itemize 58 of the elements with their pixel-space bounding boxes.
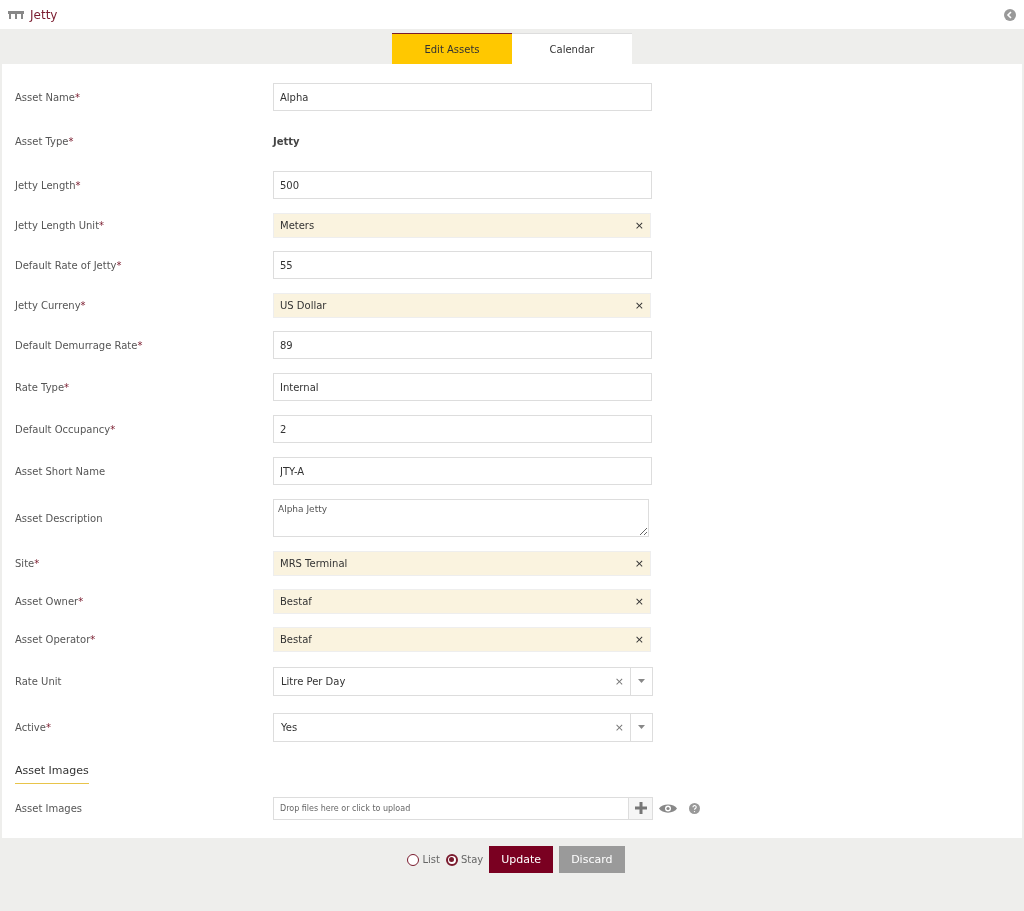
back-icon[interactable]: [1004, 8, 1016, 21]
jetty-icon: [8, 10, 24, 19]
field-label: Default Rate of Jetty*: [15, 259, 123, 271]
clear-icon[interactable]: ×: [634, 298, 644, 312]
text-input-field[interactable]: 55: [273, 251, 652, 279]
clear-icon[interactable]: ×: [634, 556, 644, 570]
radio-icon[interactable]: [407, 853, 420, 866]
field-label: Asset Type*: [15, 135, 75, 147]
clear-icon[interactable]: ×: [634, 594, 644, 608]
field-label: Active*: [15, 721, 52, 733]
help-icon[interactable]: [689, 802, 700, 814]
add-button[interactable]: [628, 797, 652, 819]
clear-icon[interactable]: ×: [608, 674, 630, 688]
radio-option[interactable]: List: [407, 853, 440, 866]
field-label: Jetty Length Unit*: [15, 219, 106, 231]
select-field[interactable]: Bestaf ×: [273, 588, 651, 614]
eye-icon[interactable]: [659, 802, 677, 814]
field-value: Jetty: [273, 135, 300, 147]
select-field[interactable]: Meters ×: [273, 212, 651, 238]
field-label: Asset Name*: [15, 91, 81, 103]
radio-option[interactable]: Stay: [445, 853, 484, 866]
field-label: Asset Description: [15, 512, 104, 524]
field-label: Rate Unit: [15, 675, 63, 687]
clear-icon[interactable]: ×: [634, 632, 644, 646]
description-textarea[interactable]: Alpha Jetty: [273, 499, 649, 537]
clear-icon[interactable]: ×: [634, 218, 644, 232]
tab[interactable]: Calendar: [512, 33, 632, 64]
text-input-field[interactable]: JTY-A: [273, 457, 652, 485]
page-title: Jetty: [30, 7, 59, 22]
field-label: Asset Operator*: [15, 633, 97, 645]
select-field[interactable]: US Dollar ×: [273, 292, 651, 318]
field-label: Jetty Curreny*: [15, 299, 87, 311]
field-label: Site*: [15, 557, 41, 569]
section-heading: Asset Images: [15, 764, 89, 784]
upload-field[interactable]: Drop files here or click to upload: [273, 796, 653, 820]
field-label: Asset Images: [15, 802, 84, 814]
field-label: Asset Owner*: [15, 595, 85, 607]
field-label: Default Demurrage Rate*: [15, 339, 144, 351]
select-field[interactable]: MRS Terminal ×: [273, 550, 651, 576]
dropdown-field[interactable]: Yes ×: [273, 712, 653, 742]
text-input-field[interactable]: 89: [273, 331, 652, 359]
text-input-field[interactable]: Internal: [273, 373, 652, 401]
update-button[interactable]: Update: [489, 846, 554, 873]
text-input-field[interactable]: 2: [273, 415, 652, 443]
field-label: Jetty Length*: [15, 179, 82, 191]
text-input-field[interactable]: Alpha: [273, 83, 652, 111]
caret-icon: [638, 679, 645, 683]
plus-icon: [634, 802, 647, 814]
caret-icon: [638, 725, 645, 729]
field-label: Rate Type*: [15, 381, 71, 393]
radio-icon[interactable]: [445, 853, 458, 866]
field-label: Default Occupancy*: [15, 423, 117, 435]
tab[interactable]: Edit Assets: [392, 33, 512, 64]
field-label: Asset Short Name: [15, 465, 107, 477]
select-field[interactable]: Bestaf ×: [273, 626, 651, 652]
text-input-field[interactable]: 500: [273, 171, 652, 199]
clear-icon[interactable]: ×: [608, 720, 630, 734]
dropdown-field[interactable]: Litre Per Day ×: [273, 666, 653, 696]
